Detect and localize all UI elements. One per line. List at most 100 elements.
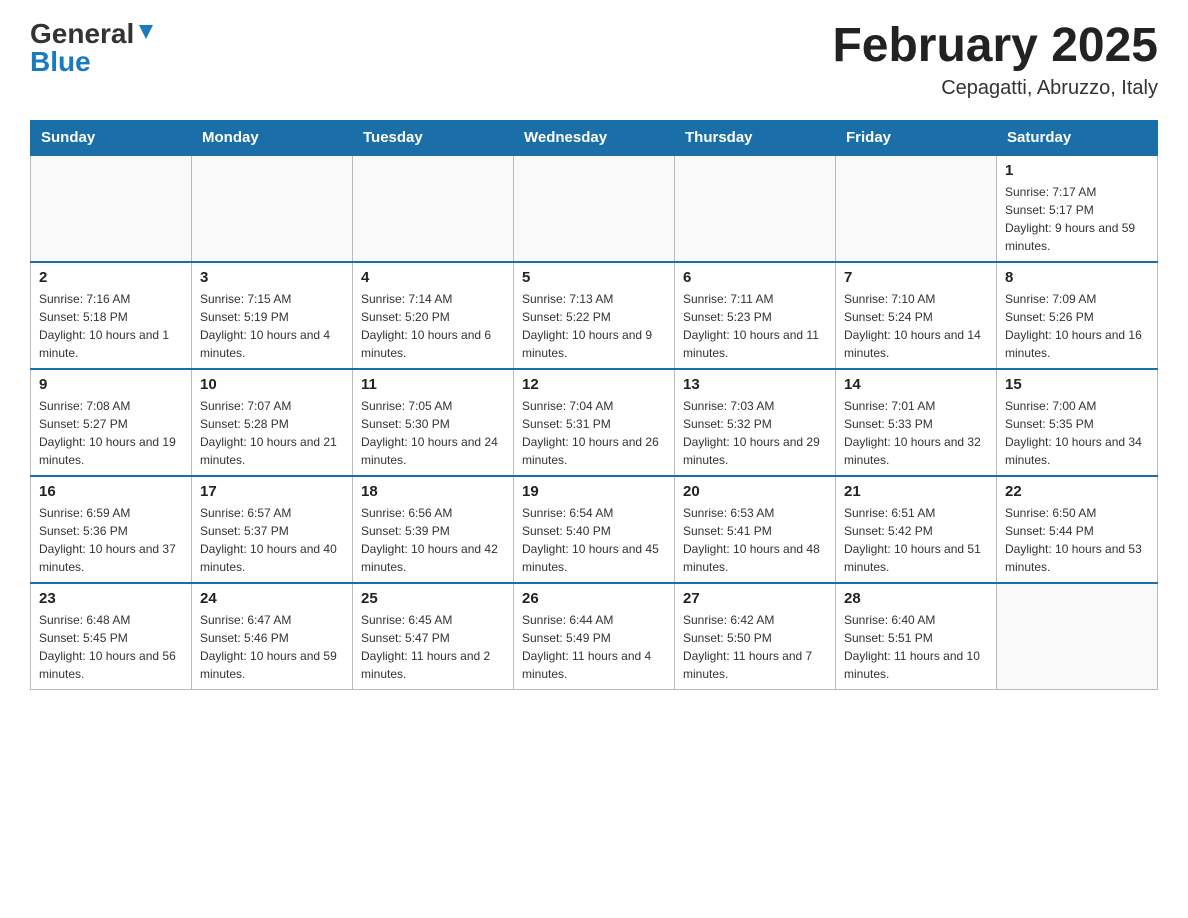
day-info: Sunrise: 7:01 AMSunset: 5:33 PMDaylight:… bbox=[844, 397, 988, 469]
calendar-table: Sunday Monday Tuesday Wednesday Thursday… bbox=[30, 120, 1158, 690]
day-number: 21 bbox=[844, 483, 988, 500]
day-info: Sunrise: 7:10 AMSunset: 5:24 PMDaylight:… bbox=[844, 290, 988, 362]
day-number: 8 bbox=[1005, 269, 1149, 286]
day-number: 27 bbox=[683, 590, 827, 607]
day-info: Sunrise: 6:59 AMSunset: 5:36 PMDaylight:… bbox=[39, 504, 183, 576]
table-row: 23Sunrise: 6:48 AMSunset: 5:45 PMDayligh… bbox=[31, 583, 192, 690]
table-row: 21 Sunrise: 6:51 AMSunset: 5:42 PMDayligh… bbox=[836, 476, 997, 583]
table-row: 11 Sunrise: 7:05 AMSunset: 5:30 PMDayligh… bbox=[353, 369, 514, 476]
day-number: 7 bbox=[844, 269, 988, 286]
day-number: 14 bbox=[844, 376, 988, 393]
calendar-subtitle: Cepagatti, Abruzzo, Italy bbox=[832, 77, 1158, 100]
week-row-4: 16 Sunrise: 6:59 AMSunset: 5:36 PMDayligh… bbox=[31, 476, 1158, 583]
table-row: 7 Sunrise: 7:10 AMSunset: 5:24 PMDaylight… bbox=[836, 262, 997, 369]
col-wednesday: Wednesday bbox=[514, 120, 675, 155]
table-row: 22 Sunrise: 6:50 AMSunset: 5:44 PMDayligh… bbox=[997, 476, 1158, 583]
day-info: Sunrise: 6:44 AMSunset: 5:49 PMDaylight:… bbox=[522, 611, 666, 683]
day-number: 6 bbox=[683, 269, 827, 286]
table-row bbox=[353, 155, 514, 262]
day-number: 22 bbox=[1005, 483, 1149, 500]
day-number: 2 bbox=[39, 269, 183, 286]
day-number: 4 bbox=[361, 269, 505, 286]
day-number: 9 bbox=[39, 376, 183, 393]
day-info: Sunrise: 6:45 AMSunset: 5:47 PMDaylight:… bbox=[361, 611, 505, 683]
table-row: 27 Sunrise: 6:42 AMSunset: 5:50 PMDayligh… bbox=[675, 583, 836, 690]
table-row: 14 Sunrise: 7:01 AMSunset: 5:33 PMDayligh… bbox=[836, 369, 997, 476]
table-row: 19 Sunrise: 6:54 AMSunset: 5:40 PMDayligh… bbox=[514, 476, 675, 583]
col-saturday: Saturday bbox=[997, 120, 1158, 155]
day-info: Sunrise: 7:15 AMSunset: 5:19 PMDaylight:… bbox=[200, 290, 344, 362]
day-info: Sunrise: 7:09 AMSunset: 5:26 PMDaylight:… bbox=[1005, 290, 1149, 362]
day-info: Sunrise: 6:53 AMSunset: 5:41 PMDaylight:… bbox=[683, 504, 827, 576]
day-number: 11 bbox=[361, 376, 505, 393]
table-row: 6 Sunrise: 7:11 AMSunset: 5:23 PMDaylight… bbox=[675, 262, 836, 369]
day-info: Sunrise: 7:11 AMSunset: 5:23 PMDaylight:… bbox=[683, 290, 827, 362]
table-row: 25 Sunrise: 6:45 AMSunset: 5:47 PMDayligh… bbox=[353, 583, 514, 690]
table-row bbox=[514, 155, 675, 262]
day-info: Sunrise: 6:51 AMSunset: 5:42 PMDaylight:… bbox=[844, 504, 988, 576]
day-info: Sunrise: 7:04 AMSunset: 5:31 PMDaylight:… bbox=[522, 397, 666, 469]
table-row: 20 Sunrise: 6:53 AMSunset: 5:41 PMDayligh… bbox=[675, 476, 836, 583]
calendar-title: February 2025 bbox=[832, 20, 1158, 73]
day-info: Sunrise: 7:13 AMSunset: 5:22 PMDaylight:… bbox=[522, 290, 666, 362]
day-info: Sunrise: 7:16 AMSunset: 5:18 PMDaylight:… bbox=[39, 290, 183, 362]
table-row: 9Sunrise: 7:08 AMSunset: 5:27 PMDaylight… bbox=[31, 369, 192, 476]
col-monday: Monday bbox=[192, 120, 353, 155]
day-number: 12 bbox=[522, 376, 666, 393]
table-row bbox=[836, 155, 997, 262]
week-row-1: 1Sunrise: 7:17 AMSunset: 5:17 PMDaylight… bbox=[31, 155, 1158, 262]
day-info: Sunrise: 7:14 AMSunset: 5:20 PMDaylight:… bbox=[361, 290, 505, 362]
day-number: 5 bbox=[522, 269, 666, 286]
col-sunday: Sunday bbox=[31, 120, 192, 155]
week-row-3: 9Sunrise: 7:08 AMSunset: 5:27 PMDaylight… bbox=[31, 369, 1158, 476]
table-row: 2 Sunrise: 7:16 AMSunset: 5:18 PMDaylight… bbox=[31, 262, 192, 369]
day-info: Sunrise: 7:07 AMSunset: 5:28 PMDaylight:… bbox=[200, 397, 344, 469]
table-row: 4 Sunrise: 7:14 AMSunset: 5:20 PMDaylight… bbox=[353, 262, 514, 369]
day-number: 10 bbox=[200, 376, 344, 393]
day-info: Sunrise: 6:42 AMSunset: 5:50 PMDaylight:… bbox=[683, 611, 827, 683]
logo-blue: Blue bbox=[30, 46, 91, 78]
col-tuesday: Tuesday bbox=[353, 120, 514, 155]
table-row: 8 Sunrise: 7:09 AMSunset: 5:26 PMDaylight… bbox=[997, 262, 1158, 369]
day-number: 26 bbox=[522, 590, 666, 607]
table-row: 3Sunrise: 7:15 AMSunset: 5:19 PMDaylight… bbox=[192, 262, 353, 369]
table-row bbox=[31, 155, 192, 262]
title-area: February 2025 Cepagatti, Abruzzo, Italy bbox=[832, 20, 1158, 100]
day-info: Sunrise: 6:47 AMSunset: 5:46 PMDaylight:… bbox=[200, 611, 344, 683]
table-row: 18 Sunrise: 6:56 AMSunset: 5:39 PMDayligh… bbox=[353, 476, 514, 583]
day-number: 15 bbox=[1005, 376, 1149, 393]
table-row: 15 Sunrise: 7:00 AMSunset: 5:35 PMDayligh… bbox=[997, 369, 1158, 476]
week-row-5: 23Sunrise: 6:48 AMSunset: 5:45 PMDayligh… bbox=[31, 583, 1158, 690]
day-number: 16 bbox=[39, 483, 183, 500]
table-row: 28Sunrise: 6:40 AMSunset: 5:51 PMDayligh… bbox=[836, 583, 997, 690]
day-info: Sunrise: 6:54 AMSunset: 5:40 PMDaylight:… bbox=[522, 504, 666, 576]
table-row bbox=[675, 155, 836, 262]
day-info: Sunrise: 6:56 AMSunset: 5:39 PMDaylight:… bbox=[361, 504, 505, 576]
table-row: 10 Sunrise: 7:07 AMSunset: 5:28 PMDayligh… bbox=[192, 369, 353, 476]
day-number: 17 bbox=[200, 483, 344, 500]
table-row: 24 Sunrise: 6:47 AMSunset: 5:46 PMDayligh… bbox=[192, 583, 353, 690]
table-row: 17Sunrise: 6:57 AMSunset: 5:37 PMDayligh… bbox=[192, 476, 353, 583]
table-row: 26 Sunrise: 6:44 AMSunset: 5:49 PMDayligh… bbox=[514, 583, 675, 690]
day-number: 25 bbox=[361, 590, 505, 607]
calendar-header-row: Sunday Monday Tuesday Wednesday Thursday… bbox=[31, 120, 1158, 155]
day-info: Sunrise: 7:05 AMSunset: 5:30 PMDaylight:… bbox=[361, 397, 505, 469]
page-header: General Blue February 2025 Cepagatti, Ab… bbox=[30, 20, 1158, 100]
table-row: 5 Sunrise: 7:13 AMSunset: 5:22 PMDaylight… bbox=[514, 262, 675, 369]
day-number: 19 bbox=[522, 483, 666, 500]
logo-general: General bbox=[30, 20, 134, 48]
table-row: 12 Sunrise: 7:04 AMSunset: 5:31 PMDayligh… bbox=[514, 369, 675, 476]
table-row: 1Sunrise: 7:17 AMSunset: 5:17 PMDaylight… bbox=[997, 155, 1158, 262]
col-thursday: Thursday bbox=[675, 120, 836, 155]
day-number: 13 bbox=[683, 376, 827, 393]
day-info: Sunrise: 7:00 AMSunset: 5:35 PMDaylight:… bbox=[1005, 397, 1149, 469]
logo: General Blue bbox=[30, 20, 157, 78]
logo-triangle-icon bbox=[135, 21, 157, 43]
day-info: Sunrise: 7:03 AMSunset: 5:32 PMDaylight:… bbox=[683, 397, 827, 469]
day-number: 24 bbox=[200, 590, 344, 607]
day-number: 18 bbox=[361, 483, 505, 500]
day-number: 20 bbox=[683, 483, 827, 500]
week-row-2: 2 Sunrise: 7:16 AMSunset: 5:18 PMDaylight… bbox=[31, 262, 1158, 369]
table-row: 13 Sunrise: 7:03 AMSunset: 5:32 PMDayligh… bbox=[675, 369, 836, 476]
day-info: Sunrise: 6:50 AMSunset: 5:44 PMDaylight:… bbox=[1005, 504, 1149, 576]
